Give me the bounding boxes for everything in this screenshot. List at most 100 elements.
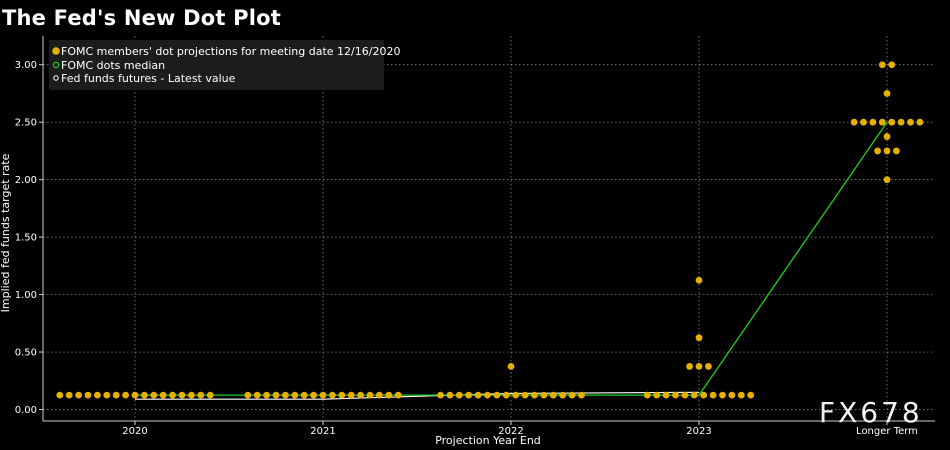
dot-projection <box>206 391 214 399</box>
dot-projection <box>690 391 698 399</box>
dot-projection <box>878 118 886 126</box>
dot-markers <box>56 61 924 399</box>
x-tick-label: 2020 <box>122 426 147 437</box>
dot-projection <box>695 363 703 370</box>
dot-projection <box>272 391 280 399</box>
dot-projection <box>695 334 703 342</box>
legend-marker-dots <box>52 47 60 55</box>
y-tick-label: 1.50 <box>15 233 37 244</box>
dot-projection <box>366 391 374 399</box>
median-line <box>135 121 888 396</box>
dot-projection <box>474 391 482 399</box>
dot-projection <box>338 391 346 399</box>
dot-projection <box>893 147 900 155</box>
dot-projection <box>878 61 886 69</box>
dot-projection <box>709 391 717 399</box>
watermark: FX678 <box>819 396 923 429</box>
dot-projection <box>253 391 261 399</box>
dot-projection <box>347 391 355 399</box>
dot-projection <box>686 363 693 370</box>
dot-projection <box>103 391 111 399</box>
chart-plot: 0.000.501.001.502.002.503.002020 2021 2022… <box>0 36 935 447</box>
dot-projection <box>907 118 914 126</box>
dot-projection <box>65 391 73 399</box>
dot-projection <box>916 118 924 126</box>
dot-projection <box>672 391 679 399</box>
dot-projection <box>653 391 661 399</box>
dot-projection <box>357 391 364 399</box>
dot-projection <box>319 391 327 399</box>
y-tick-label: 2.50 <box>15 118 37 129</box>
dot-projection <box>568 391 576 399</box>
dot-projection <box>385 391 393 399</box>
y-tick-label: 1.00 <box>15 290 37 301</box>
legend-label-median: FOMC dots median <box>61 59 165 72</box>
dot-projection <box>169 391 177 399</box>
legend: FOMC members' dot projections for meetin… <box>49 40 400 90</box>
x-axis-title: Projection Year End <box>435 434 541 447</box>
dot-projection <box>112 391 120 399</box>
dot-projection <box>695 276 703 284</box>
dot-projection <box>484 391 491 399</box>
dot-projection <box>291 391 299 399</box>
dot-projection <box>883 176 891 184</box>
y-tick-label: 2.00 <box>15 175 37 186</box>
dot-projection <box>559 391 567 399</box>
dot-projection <box>75 391 82 399</box>
dot-projection <box>437 391 444 399</box>
dot-projection <box>874 147 881 155</box>
dot-projection <box>869 118 877 126</box>
dot-projection <box>507 363 515 370</box>
dot-projection <box>502 391 510 399</box>
dot-projection <box>263 391 270 399</box>
grid-lines <box>43 36 935 421</box>
dot-projection <box>376 391 383 399</box>
dot-projection <box>56 391 64 399</box>
dot-projection <box>159 391 167 399</box>
dot-projection <box>860 118 867 126</box>
dot-projection <box>888 118 896 126</box>
dot-projection <box>728 391 736 399</box>
legend-label-dots: FOMC members' dot projections for meetin… <box>61 45 400 58</box>
dot-projection <box>883 133 891 140</box>
dot-projection <box>512 391 520 399</box>
dot-projection <box>244 391 252 399</box>
dot-projection <box>84 391 92 399</box>
axes: 0.000.501.001.502.002.503.002020 2021 2022… <box>15 36 935 437</box>
dot-projection <box>394 391 402 399</box>
dot-projection <box>681 391 689 399</box>
y-tick-label: 0.50 <box>15 348 37 359</box>
dot-projection <box>455 391 463 399</box>
dot-projection <box>883 90 891 97</box>
dot-projection <box>446 391 454 399</box>
dot-projection <box>850 118 858 126</box>
dot-projection <box>178 391 186 399</box>
dot-projection <box>883 147 891 155</box>
dot-projection <box>188 391 195 399</box>
dot-projection <box>540 391 548 399</box>
dot-projection <box>578 391 585 399</box>
x-tick-label: 2021 <box>310 426 335 437</box>
dot-projection <box>662 391 670 399</box>
dot-projection <box>493 391 501 399</box>
dot-projection <box>737 391 745 399</box>
dot-projection <box>643 391 651 399</box>
x-tick-label: 2023 <box>686 426 711 437</box>
dot-projection <box>141 391 148 399</box>
y-axis-title: Implied fed funds target rate <box>0 153 12 312</box>
dot-projection <box>122 391 129 399</box>
dot-projection <box>888 61 896 69</box>
dot-projection <box>719 391 726 399</box>
dot-projection <box>705 363 712 370</box>
dot-projection <box>300 391 308 399</box>
y-tick-label: 0.00 <box>15 405 37 416</box>
dot-projection <box>897 118 905 126</box>
dot-projection <box>131 391 139 399</box>
dot-projection <box>329 391 336 399</box>
dot-projection <box>549 391 557 399</box>
dot-projection <box>531 391 538 399</box>
y-tick-label: 3.00 <box>15 60 37 71</box>
dot-projection <box>521 391 529 399</box>
dot-projection <box>310 391 317 399</box>
dot-projection <box>197 391 205 399</box>
